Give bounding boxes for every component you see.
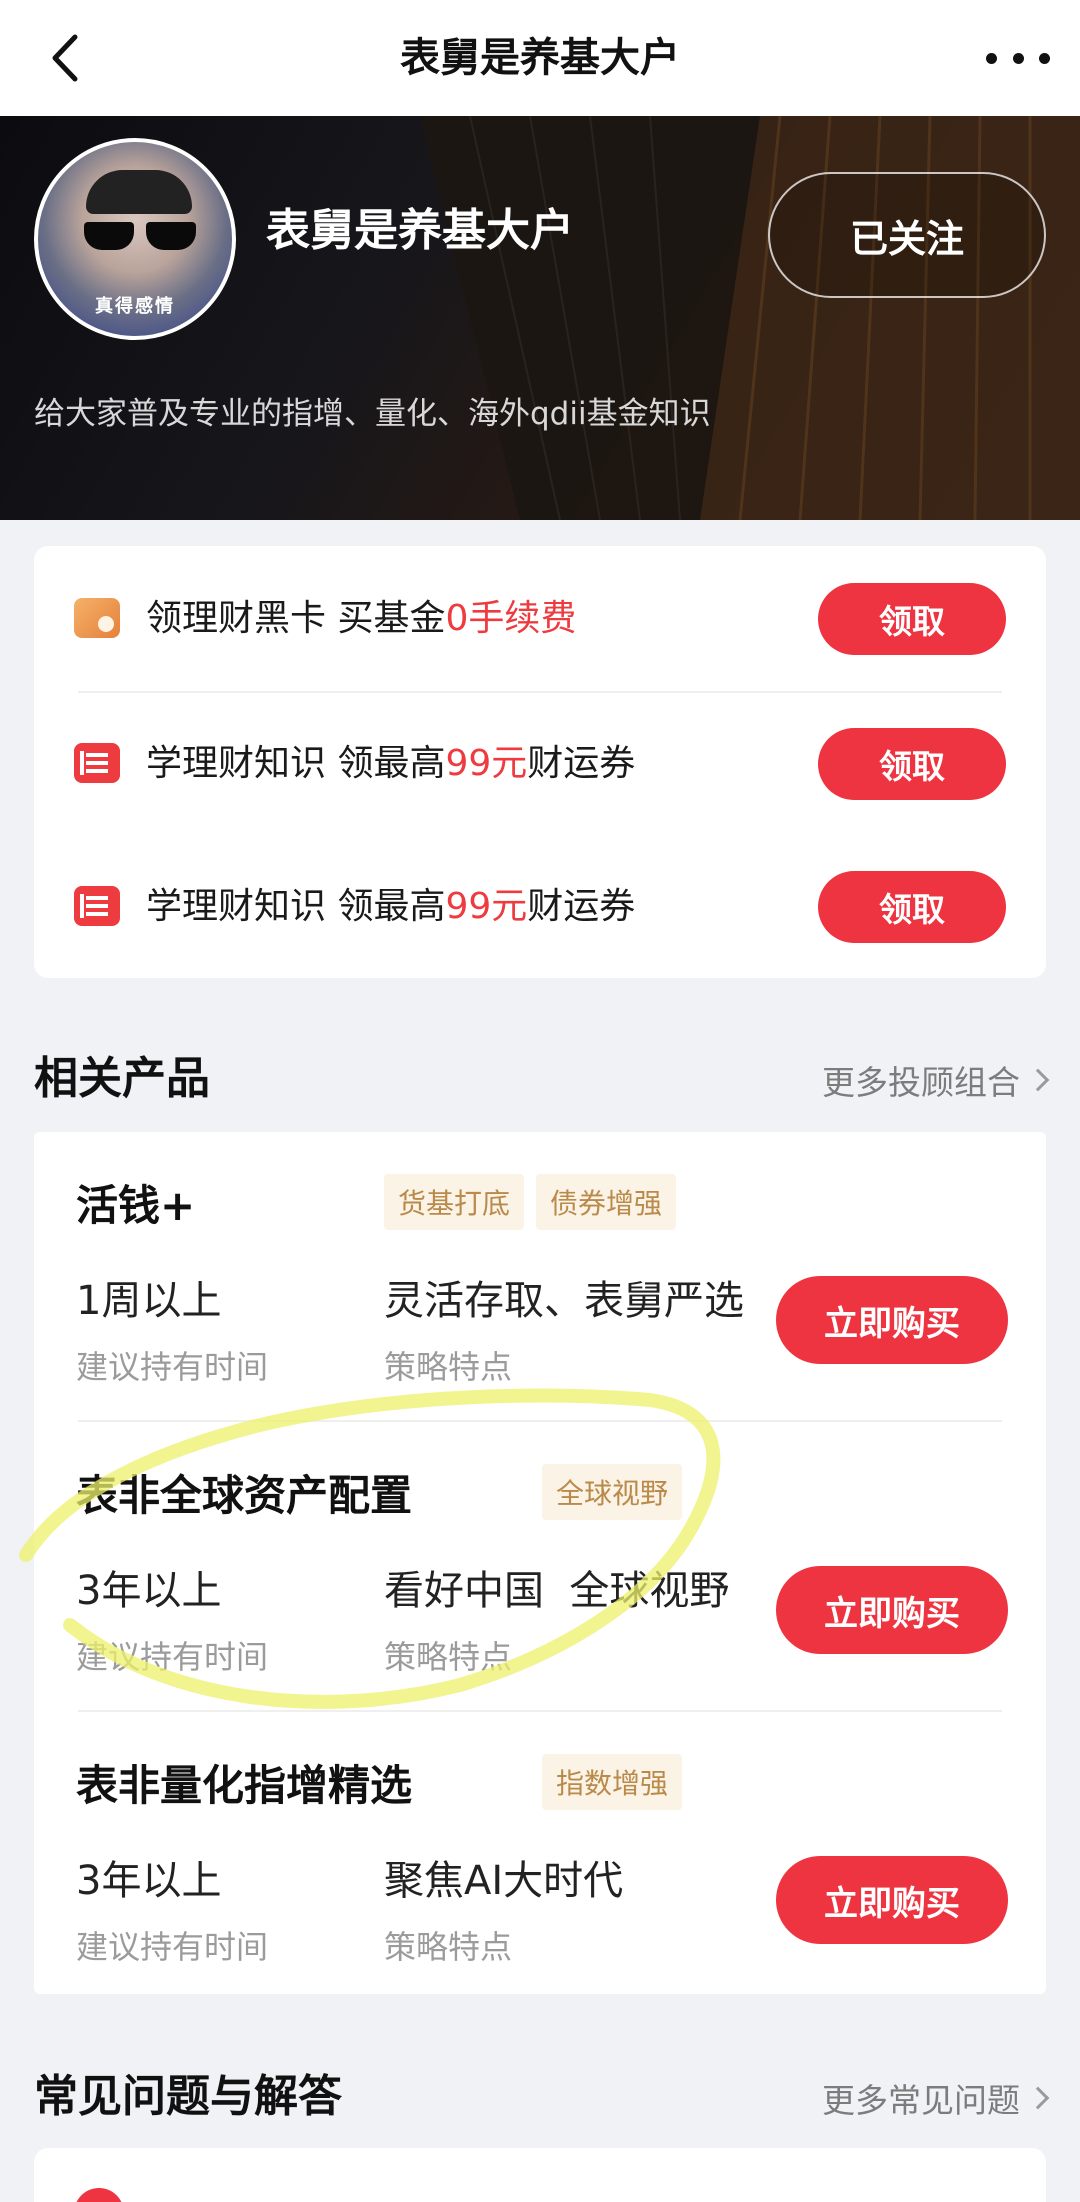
profile-name: 表舅是养基大户 [266, 205, 574, 256]
buy-now-button[interactable]: 立即购买 [776, 1566, 1008, 1654]
strategy-value: 聚焦AI大时代 [384, 1858, 624, 1904]
buy-now-button[interactable]: 立即购买 [776, 1276, 1008, 1364]
promo-text: 学理财知识 领最高99元财运券 [146, 886, 636, 927]
more-link-label: 更多常见问题 [822, 2081, 1020, 2120]
book-icon [74, 886, 120, 926]
avatar-caption: 真得感情 [95, 296, 175, 317]
product-name: 表非全球资产配置 [76, 1471, 413, 1520]
page-title: 表舅是养基大户 [400, 35, 680, 81]
hold-period-label: 建议持有时间 [76, 1348, 269, 1386]
product-item[interactable]: 表非量化指增精选 指数增强 3年以上 建议持有时间 聚焦AI大时代 策略特点 立… [34, 1712, 1046, 2002]
promo-text: 领理财黑卡 买基金0手续费 [146, 598, 577, 639]
product-name: 活钱+ [76, 1181, 196, 1230]
more-options-icon[interactable] [986, 40, 1050, 76]
more-portfolios-link[interactable]: 更多投顾组合 [822, 1056, 1050, 1104]
product-tag: 债券增强 [536, 1174, 677, 1230]
promo-row-learn: 学理财知识 领最高99元财运券 领取 [34, 834, 1046, 979]
product-tags: 指数增强 [542, 1754, 683, 1810]
buy-now-button[interactable]: 立即购买 [776, 1856, 1008, 1944]
strategy-value: 灵活存取、表舅严选 [384, 1278, 744, 1324]
avatar[interactable]: 真得感情 [34, 138, 236, 340]
product-list: 活钱+ 货基打底 债券增强 1周以上 建议持有时间 灵活存取、表舅严选 策略特点… [34, 1132, 1046, 1994]
profile-header: 真得感情 表舅是养基大户 已关注 给大家普及专业的指增、量化、海外qdii基金知… [0, 116, 1080, 520]
hold-period-value: 3年以上 [76, 1568, 222, 1614]
promo-row-black-card: 领理财黑卡 买基金0手续费 领取 [34, 546, 1046, 691]
product-tags: 全球视野 [542, 1464, 683, 1520]
profile-description: 给大家普及专业的指增、量化、海外qdii基金知识 [34, 396, 711, 432]
hold-period-label: 建议持有时间 [76, 1928, 269, 1966]
section-title-products: 相关产品 [34, 1053, 210, 1104]
claim-button[interactable]: 领取 [818, 728, 1006, 800]
product-tag: 货基打底 [384, 1174, 525, 1230]
promo-card: 领理财黑卡 买基金0手续费 领取 学理财知识 领最高99元财运券 领取 [34, 546, 1046, 836]
sunglasses-icon [84, 222, 196, 252]
claim-button[interactable]: 领取 [818, 583, 1006, 655]
more-faq-link[interactable]: 更多常见问题 [822, 2074, 1050, 2122]
hold-period-label: 建议持有时间 [76, 1638, 269, 1676]
more-link-label: 更多投顾组合 [822, 1063, 1020, 1102]
member-card-icon [74, 598, 120, 638]
promo-row-learn: 学理财知识 领最高99元财运券 领取 [34, 691, 1046, 836]
product-item[interactable]: 活钱+ 货基打底 债券增强 1周以上 建议持有时间 灵活存取、表舅严选 策略特点… [34, 1132, 1046, 1422]
hold-period-value: 3年以上 [76, 1858, 222, 1904]
chevron-right-icon [1026, 2086, 1050, 2110]
strategy-label: 策略特点 [384, 1348, 513, 1386]
strategy-value: 看好中国 全球视野 [384, 1568, 730, 1614]
product-tag: 全球视野 [542, 1464, 683, 1520]
section-title-faq: 常见问题与解答 [34, 2071, 342, 2122]
product-item[interactable]: 表非全球资产配置 全球视野 3年以上 建议持有时间 看好中国 全球视野 策略特点… [34, 1422, 1046, 1712]
question-icon [74, 2188, 124, 2202]
faq-card [34, 2148, 1046, 2202]
strategy-label: 策略特点 [384, 1928, 513, 1966]
product-tag: 指数增强 [542, 1754, 683, 1810]
hold-period-value: 1周以上 [76, 1278, 222, 1324]
promo-text: 学理财知识 领最高99元财运券 [146, 743, 636, 784]
nav-bar: 表舅是养基大户 [0, 0, 1080, 116]
strategy-label: 策略特点 [384, 1638, 513, 1676]
follow-button[interactable]: 已关注 [768, 172, 1046, 298]
chevron-right-icon [1026, 1068, 1050, 1092]
product-name: 表非量化指增精选 [76, 1761, 413, 1810]
book-icon [74, 743, 120, 783]
claim-button[interactable]: 领取 [818, 871, 1006, 943]
product-tags: 货基打底 债券增强 [384, 1174, 677, 1230]
promo-card: 学理财知识 领最高99元财运券 领取 [34, 836, 1046, 978]
